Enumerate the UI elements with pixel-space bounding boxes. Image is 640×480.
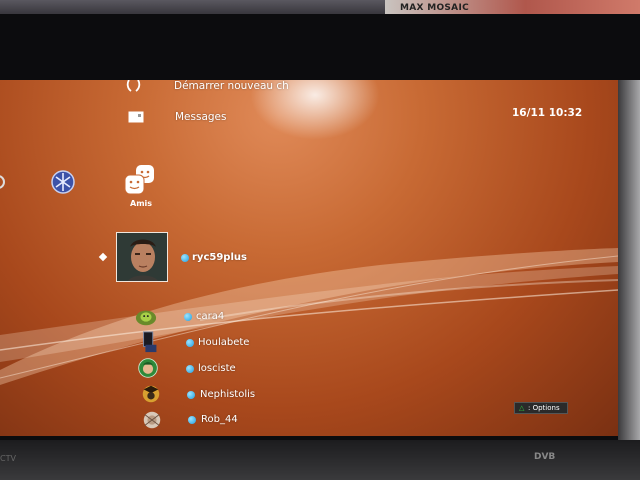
tv-brand-right: DVB: [534, 452, 556, 462]
triangle-button-icon: △: [519, 404, 525, 412]
friend-avatar-nephistolis[interactable]: [140, 383, 162, 405]
selected-friend-avatar[interactable]: [116, 232, 168, 282]
friend-name-rob44[interactable]: Rob_44: [201, 414, 238, 425]
chat-icon: [126, 80, 141, 92]
clock: 16/11 10:32: [512, 107, 583, 119]
status-online-icon: [181, 254, 189, 262]
friend-name-losciste[interactable]: losciste: [198, 363, 236, 374]
status-online-icon: [186, 365, 194, 373]
settings-category-icon[interactable]: [0, 174, 6, 190]
tv-bottom-bezel: CTV DVB: [0, 440, 640, 480]
background-wave: [0, 248, 618, 385]
playstation-network-icon[interactable]: [50, 169, 76, 195]
message-icon: [128, 111, 144, 123]
status-online-icon: [188, 416, 196, 424]
friend-avatar-rob44[interactable]: [141, 409, 163, 431]
selected-friend-name[interactable]: ryc59plus: [192, 252, 247, 263]
menu-item-messages[interactable]: Messages: [175, 111, 227, 123]
friends-category-label: Amis: [130, 199, 153, 208]
friend-name-houlabete[interactable]: Houlabete: [198, 337, 249, 348]
status-online-icon: [184, 313, 192, 321]
poster-text: MAX MOSAIC: [400, 3, 470, 13]
friends-icon[interactable]: [123, 164, 157, 198]
friend-name-cara4[interactable]: cara4: [196, 311, 224, 322]
friend-avatar-cara4[interactable]: [135, 306, 157, 328]
menu-item-start-chat[interactable]: Démarrer nouveau ch: [174, 80, 289, 92]
friend-name-nephistolis[interactable]: Nephistolis: [200, 389, 255, 400]
friend-avatar-houlabete[interactable]: [139, 331, 161, 353]
tv-right-edge: [618, 80, 640, 450]
options-label: : Options: [528, 404, 560, 412]
status-online-icon: [187, 391, 195, 399]
tv-brand-left: CTV: [0, 454, 16, 463]
friend-avatar-losciste[interactable]: [137, 357, 159, 379]
avatar-portrait-icon: [117, 233, 167, 281]
status-online-icon: [186, 339, 194, 347]
ps3-xmb-screen: Démarrer nouveau ch Messages 16/11 10:32…: [0, 80, 618, 436]
options-hint[interactable]: △ : Options: [514, 402, 568, 414]
